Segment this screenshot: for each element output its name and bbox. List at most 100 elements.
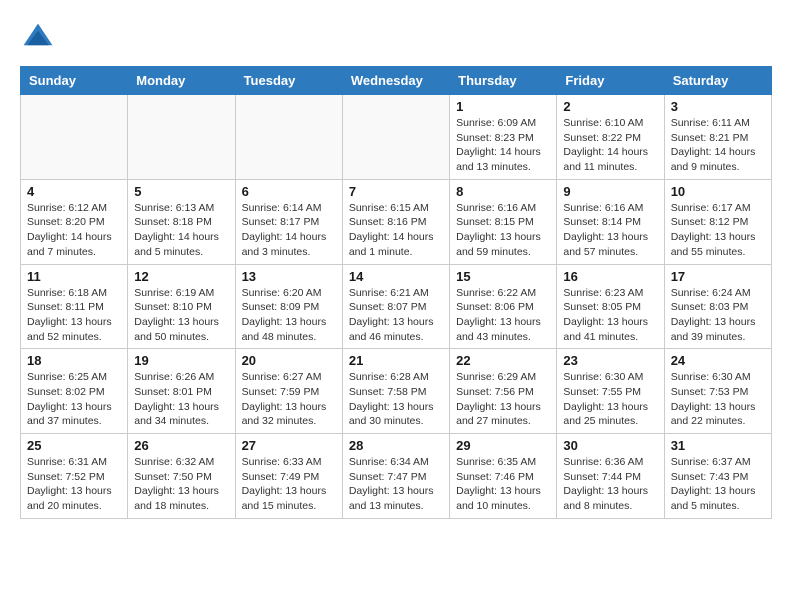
day-info: Sunrise: 6:35 AM Sunset: 7:46 PM Dayligh… (456, 455, 550, 514)
day-info: Sunrise: 6:34 AM Sunset: 7:47 PM Dayligh… (349, 455, 443, 514)
day-info: Sunrise: 6:16 AM Sunset: 8:15 PM Dayligh… (456, 201, 550, 260)
calendar-cell: 9 Sunrise: 6:16 AM Sunset: 8:14 PM Daylig… (557, 179, 664, 264)
day-info: Sunrise: 6:36 AM Sunset: 7:44 PM Dayligh… (563, 455, 657, 514)
day-info: Sunrise: 6:32 AM Sunset: 7:50 PM Dayligh… (134, 455, 228, 514)
day-number: 31 (671, 438, 765, 453)
day-info: Sunrise: 6:13 AM Sunset: 8:18 PM Dayligh… (134, 201, 228, 260)
calendar-week-4: 18 Sunrise: 6:25 AM Sunset: 8:02 PM Dayli… (21, 349, 772, 434)
calendar-cell (21, 95, 128, 180)
day-info: Sunrise: 6:10 AM Sunset: 8:22 PM Dayligh… (563, 116, 657, 175)
calendar-cell: 22Sunrise: 6:29 AM Sunset: 7:56 PM Dayli… (450, 349, 557, 434)
weekday-header-thursday: Thursday (450, 67, 557, 95)
day-number: 4 (27, 184, 121, 199)
day-info: Sunrise: 6:26 AM Sunset: 8:01 PM Dayligh… (134, 370, 228, 429)
calendar-cell: 25 Sunrise: 6:31 AM Sunset: 7:52 PM Dayli… (21, 434, 128, 519)
calendar-cell (342, 95, 449, 180)
calendar-week-3: 11Sunrise: 6:18 AM Sunset: 8:11 PM Dayli… (21, 264, 772, 349)
day-info: Sunrise: 6:29 AM Sunset: 7:56 PM Dayligh… (456, 370, 550, 429)
calendar-cell: 16Sunrise: 6:23 AM Sunset: 8:05 PM Dayli… (557, 264, 664, 349)
day-info: Sunrise: 6:33 AM Sunset: 7:49 PM Dayligh… (242, 455, 336, 514)
calendar-cell: 18 Sunrise: 6:25 AM Sunset: 8:02 PM Dayli… (21, 349, 128, 434)
calendar-cell: 14Sunrise: 6:21 AM Sunset: 8:07 PM Dayli… (342, 264, 449, 349)
calendar-cell: 23 Sunrise: 6:30 AM Sunset: 7:55 PM Dayli… (557, 349, 664, 434)
day-number: 27 (242, 438, 336, 453)
day-info: Sunrise: 6:20 AM Sunset: 8:09 PM Dayligh… (242, 286, 336, 345)
calendar-cell: 20Sunrise: 6:27 AM Sunset: 7:59 PM Dayli… (235, 349, 342, 434)
calendar-cell: 29 Sunrise: 6:35 AM Sunset: 7:46 PM Dayli… (450, 434, 557, 519)
day-info: Sunrise: 6:30 AM Sunset: 7:53 PM Dayligh… (671, 370, 765, 429)
day-number: 8 (456, 184, 550, 199)
day-number: 28 (349, 438, 443, 453)
calendar-cell: 19 Sunrise: 6:26 AM Sunset: 8:01 PM Dayli… (128, 349, 235, 434)
day-info: Sunrise: 6:14 AM Sunset: 8:17 PM Dayligh… (242, 201, 336, 260)
day-info: Sunrise: 6:18 AM Sunset: 8:11 PM Dayligh… (27, 286, 121, 345)
day-number: 29 (456, 438, 550, 453)
day-number: 30 (563, 438, 657, 453)
weekday-header-row: SundayMondayTuesdayWednesdayThursdayFrid… (21, 67, 772, 95)
weekday-header-saturday: Saturday (664, 67, 771, 95)
day-info: Sunrise: 6:12 AM Sunset: 8:20 PM Dayligh… (27, 201, 121, 260)
calendar-cell: 12 Sunrise: 6:19 AM Sunset: 8:10 PM Dayli… (128, 264, 235, 349)
day-number: 13 (242, 269, 336, 284)
day-info: Sunrise: 6:27 AM Sunset: 7:59 PM Dayligh… (242, 370, 336, 429)
day-number: 19 (134, 353, 228, 368)
calendar-cell: 27 Sunrise: 6:33 AM Sunset: 7:49 PM Dayli… (235, 434, 342, 519)
day-info: Sunrise: 6:16 AM Sunset: 8:14 PM Dayligh… (563, 201, 657, 260)
day-number: 18 (27, 353, 121, 368)
day-number: 1 (456, 99, 550, 114)
day-info: Sunrise: 6:31 AM Sunset: 7:52 PM Dayligh… (27, 455, 121, 514)
calendar-body: 1 Sunrise: 6:09 AM Sunset: 8:23 PM Daylig… (21, 95, 772, 519)
day-number: 21 (349, 353, 443, 368)
day-info: Sunrise: 6:19 AM Sunset: 8:10 PM Dayligh… (134, 286, 228, 345)
calendar-cell: 1 Sunrise: 6:09 AM Sunset: 8:23 PM Daylig… (450, 95, 557, 180)
calendar-cell: 17 Sunrise: 6:24 AM Sunset: 8:03 PM Dayli… (664, 264, 771, 349)
day-info: Sunrise: 6:17 AM Sunset: 8:12 PM Dayligh… (671, 201, 765, 260)
day-info: Sunrise: 6:24 AM Sunset: 8:03 PM Dayligh… (671, 286, 765, 345)
day-number: 9 (563, 184, 657, 199)
calendar-cell: 21Sunrise: 6:28 AM Sunset: 7:58 PM Dayli… (342, 349, 449, 434)
calendar-cell: 30 Sunrise: 6:36 AM Sunset: 7:44 PM Dayli… (557, 434, 664, 519)
day-number: 10 (671, 184, 765, 199)
calendar-cell (128, 95, 235, 180)
calendar-week-1: 1 Sunrise: 6:09 AM Sunset: 8:23 PM Daylig… (21, 95, 772, 180)
weekday-header-sunday: Sunday (21, 67, 128, 95)
calendar-cell: 28 Sunrise: 6:34 AM Sunset: 7:47 PM Dayli… (342, 434, 449, 519)
day-info: Sunrise: 6:09 AM Sunset: 8:23 PM Dayligh… (456, 116, 550, 175)
calendar-cell: 26 Sunrise: 6:32 AM Sunset: 7:50 PM Dayli… (128, 434, 235, 519)
calendar-cell: 11Sunrise: 6:18 AM Sunset: 8:11 PM Dayli… (21, 264, 128, 349)
calendar-header: SundayMondayTuesdayWednesdayThursdayFrid… (21, 67, 772, 95)
weekday-header-friday: Friday (557, 67, 664, 95)
day-number: 26 (134, 438, 228, 453)
weekday-header-wednesday: Wednesday (342, 67, 449, 95)
calendar-cell: 6 Sunrise: 6:14 AM Sunset: 8:17 PM Daylig… (235, 179, 342, 264)
calendar-cell: 2Sunrise: 6:10 AM Sunset: 8:22 PM Daylig… (557, 95, 664, 180)
calendar-cell: 24 Sunrise: 6:30 AM Sunset: 7:53 PM Dayli… (664, 349, 771, 434)
calendar-week-5: 25 Sunrise: 6:31 AM Sunset: 7:52 PM Dayli… (21, 434, 772, 519)
weekday-header-monday: Monday (128, 67, 235, 95)
logo (20, 20, 62, 56)
day-number: 23 (563, 353, 657, 368)
calendar-cell: 10 Sunrise: 6:17 AM Sunset: 8:12 PM Dayli… (664, 179, 771, 264)
day-number: 16 (563, 269, 657, 284)
day-number: 6 (242, 184, 336, 199)
calendar-cell: 4 Sunrise: 6:12 AM Sunset: 8:20 PM Daylig… (21, 179, 128, 264)
day-number: 25 (27, 438, 121, 453)
calendar-table: SundayMondayTuesdayWednesdayThursdayFrid… (20, 66, 772, 519)
calendar-cell: 8 Sunrise: 6:16 AM Sunset: 8:15 PM Daylig… (450, 179, 557, 264)
day-number: 3 (671, 99, 765, 114)
day-number: 12 (134, 269, 228, 284)
page-header (20, 20, 772, 56)
day-info: Sunrise: 6:30 AM Sunset: 7:55 PM Dayligh… (563, 370, 657, 429)
calendar-week-2: 4 Sunrise: 6:12 AM Sunset: 8:20 PM Daylig… (21, 179, 772, 264)
day-info: Sunrise: 6:25 AM Sunset: 8:02 PM Dayligh… (27, 370, 121, 429)
day-number: 5 (134, 184, 228, 199)
day-info: Sunrise: 6:15 AM Sunset: 8:16 PM Dayligh… (349, 201, 443, 260)
day-info: Sunrise: 6:37 AM Sunset: 7:43 PM Dayligh… (671, 455, 765, 514)
day-number: 24 (671, 353, 765, 368)
day-number: 17 (671, 269, 765, 284)
calendar-cell (235, 95, 342, 180)
day-info: Sunrise: 6:21 AM Sunset: 8:07 PM Dayligh… (349, 286, 443, 345)
day-number: 7 (349, 184, 443, 199)
calendar-cell: 13 Sunrise: 6:20 AM Sunset: 8:09 PM Dayli… (235, 264, 342, 349)
logo-icon (20, 20, 56, 56)
